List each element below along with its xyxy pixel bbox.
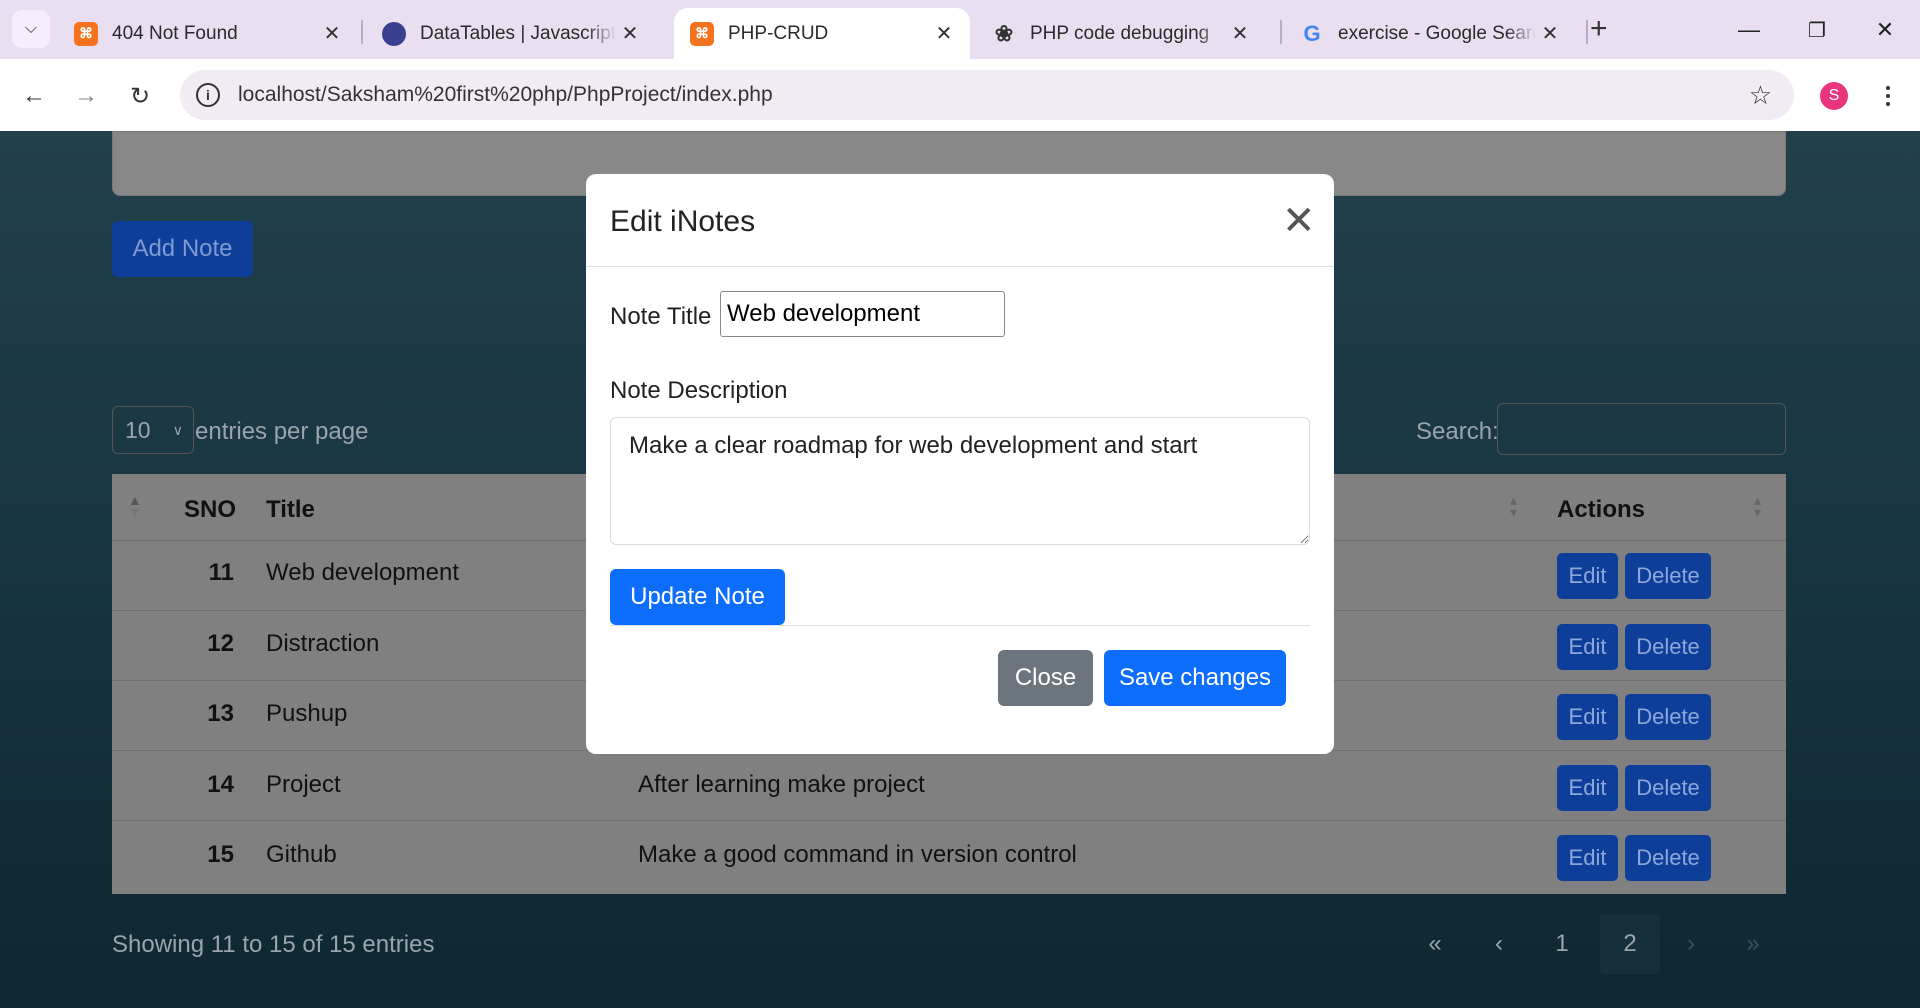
url-text: localhost/Saksham%20first%20php/PhpProje… <box>238 83 773 106</box>
entries-per-page-label: entries per page <box>195 418 369 445</box>
tab-separator <box>1280 20 1282 44</box>
delete-button[interactable]: Delete <box>1625 694 1711 740</box>
new-tab-button[interactable]: + <box>1590 12 1608 46</box>
sort-icon[interactable]: ▴ ▾ <box>1754 493 1761 519</box>
google-icon: G <box>1303 20 1321 46</box>
pagination-next[interactable]: › <box>1666 914 1716 974</box>
pagination-first[interactable]: « <box>1410 914 1460 974</box>
column-header-title[interactable]: Title <box>266 496 315 524</box>
note-description-label: Note Description <box>610 377 788 404</box>
update-note-button[interactable]: Update Note <box>610 569 785 625</box>
pagination-page-1[interactable]: 1 <box>1536 914 1588 974</box>
column-header-sno[interactable]: SNO <box>184 496 236 524</box>
row-title: Pushup <box>266 700 348 727</box>
modal-title: Edit iNotes <box>610 205 756 238</box>
tab-title: PHP-CRUD <box>728 22 829 44</box>
edit-button[interactable]: Edit <box>1557 765 1618 811</box>
tab-title: 404 Not Found <box>112 22 238 44</box>
row-sno: 15 <box>207 841 234 868</box>
chevron-down-icon: ⌵ <box>24 20 38 37</box>
table-info: Showing 11 to 15 of 15 entries <box>112 931 435 958</box>
close-icon[interactable]: ✕ <box>1282 201 1316 241</box>
tab-datatables[interactable]: DataTables | Javascript table library ✕ <box>366 8 656 59</box>
xampp-icon: ⌘ <box>74 21 98 46</box>
chatgpt-icon: ❀ <box>994 20 1014 46</box>
close-button[interactable]: Close <box>998 650 1093 706</box>
tab-php-debugging[interactable]: ❀ PHP code debugging ✕ <box>976 8 1266 59</box>
close-tab-icon[interactable]: ✕ <box>616 21 644 46</box>
close-window-button[interactable]: ✕ <box>1860 10 1910 50</box>
address-bar[interactable]: i localhost/Saksham%20first%20php/PhpPro… <box>180 70 1794 120</box>
reload-button[interactable]: ↻ <box>122 78 158 114</box>
close-tab-icon[interactable]: ✕ <box>1536 21 1564 46</box>
tab-title: exercise - Google Search <box>1338 22 1536 44</box>
delete-button[interactable]: Delete <box>1625 553 1711 599</box>
delete-button[interactable]: Delete <box>1625 765 1711 811</box>
sort-icon[interactable]: ▲ ▼ <box>128 493 142 519</box>
delete-button[interactable]: Delete <box>1625 835 1711 881</box>
back-button[interactable]: ← <box>16 78 52 114</box>
datatables-icon <box>382 21 406 46</box>
note-title-input[interactable] <box>720 291 1005 337</box>
browser-menu-button[interactable] <box>1880 78 1896 114</box>
pagination-last[interactable]: » <box>1728 914 1778 974</box>
sort-icon[interactable]: ▴ ▾ <box>1510 493 1517 519</box>
row-sno: 13 <box>207 700 234 727</box>
site-info-icon[interactable]: i <box>196 83 220 107</box>
note-title-label: Note Title <box>610 303 712 330</box>
search-input[interactable] <box>1497 403 1786 455</box>
xampp-icon: ⌘ <box>690 21 714 46</box>
tab-php-crud[interactable]: ⌘ PHP-CRUD ✕ <box>674 8 970 59</box>
edit-button[interactable]: Edit <box>1557 624 1618 670</box>
tab-404-not-found[interactable]: ⌘ 404 Not Found ✕ <box>58 8 358 59</box>
search-label: Search: <box>1416 418 1499 445</box>
tab-title: PHP code debugging <box>1030 22 1210 44</box>
tab-google-search[interactable]: G exercise - Google Search ✕ <box>1284 8 1576 59</box>
table-row <box>112 751 1786 821</box>
tab-search-button[interactable]: ⌵ <box>12 10 50 48</box>
tab-separator <box>361 20 363 44</box>
row-sno: 12 <box>207 630 234 657</box>
entries-per-page-select[interactable]: 10 ∨ <box>112 406 194 454</box>
row-title: Distraction <box>266 630 380 657</box>
row-title: Web development <box>266 559 460 586</box>
note-description-textarea[interactable]: Make a clear roadmap for web development… <box>610 417 1310 545</box>
tab-separator <box>1586 20 1588 44</box>
bookmark-star-icon[interactable]: ☆ <box>1749 80 1772 111</box>
tab-title: DataTables | Javascript table library <box>420 22 616 44</box>
row-description: Make a good command in version control <box>638 841 1077 868</box>
column-header-actions[interactable]: Actions <box>1557 496 1645 524</box>
pagination-page-2[interactable]: 2 <box>1600 914 1660 974</box>
edit-button[interactable]: Edit <box>1557 835 1618 881</box>
close-tab-icon[interactable]: ✕ <box>930 21 958 46</box>
edit-button[interactable]: Edit <box>1557 694 1618 740</box>
modal-footer-divider <box>610 625 1310 626</box>
edit-button[interactable]: Edit <box>1557 553 1618 599</box>
row-description: After learning make project <box>638 771 925 798</box>
close-tab-icon[interactable]: ✕ <box>318 21 346 46</box>
delete-button[interactable]: Delete <box>1625 624 1711 670</box>
row-title: Project <box>266 771 341 798</box>
modal-divider <box>586 266 1334 267</box>
restore-button[interactable]: ❐ <box>1792 10 1842 50</box>
close-tab-icon[interactable]: ✕ <box>1226 21 1254 46</box>
chevron-down-icon: ∨ <box>172 421 183 438</box>
forward-button[interactable]: → <box>68 78 104 114</box>
row-sno: 14 <box>207 771 234 798</box>
row-sno: 11 <box>208 559 234 586</box>
pagination-previous[interactable]: ‹ <box>1474 914 1524 974</box>
entries-value: 10 <box>125 416 151 443</box>
row-title: Github <box>266 841 337 868</box>
add-note-button[interactable]: Add Note <box>112 221 253 277</box>
minimize-button[interactable]: — <box>1724 10 1774 50</box>
profile-avatar[interactable]: S <box>1820 82 1848 110</box>
save-changes-button[interactable]: Save changes <box>1104 650 1286 706</box>
